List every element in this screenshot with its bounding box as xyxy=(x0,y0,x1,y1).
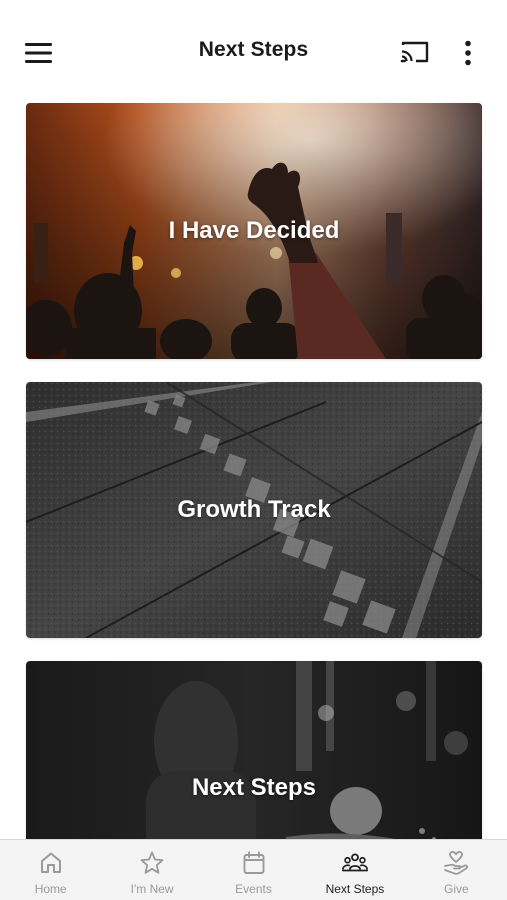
next-steps-card-list: I Have Decided Growth Track Next Steps xyxy=(0,0,507,840)
baptism-image xyxy=(26,661,482,840)
tab-home[interactable]: Home xyxy=(0,840,101,900)
app-screen: I Have Decided Growth Track Next Steps N… xyxy=(0,0,507,900)
tab-give[interactable]: Give xyxy=(406,840,507,900)
calendar-icon xyxy=(240,849,268,877)
tab-label: Give xyxy=(443,882,469,896)
home-icon xyxy=(37,849,65,877)
star-icon xyxy=(138,849,166,877)
tab-im-new[interactable]: I'm New xyxy=(101,840,202,900)
heart-hand-icon xyxy=(442,849,470,877)
bottom-tab-bar: Home I'm New Events Next Steps Give xyxy=(0,839,507,900)
card-title: Next Steps xyxy=(191,774,317,801)
tab-label: Home xyxy=(34,882,67,896)
card-title: Growth Track xyxy=(177,496,331,523)
more-options-button[interactable] xyxy=(452,33,484,73)
cast-button[interactable] xyxy=(394,33,436,71)
card-title: I Have Decided xyxy=(168,217,340,244)
more-vertical-icon xyxy=(465,40,471,66)
card-next-steps[interactable]: Next Steps xyxy=(26,661,482,840)
card-growth-track[interactable]: Growth Track xyxy=(26,382,482,638)
tab-label: I'm New xyxy=(130,882,174,896)
tab-label: Events xyxy=(235,882,272,896)
people-group-icon xyxy=(341,849,369,877)
cast-icon xyxy=(400,41,429,63)
card-i-have-decided[interactable]: I Have Decided xyxy=(26,103,482,359)
tab-label: Next Steps xyxy=(325,882,385,896)
tab-next-steps[interactable]: Next Steps xyxy=(304,840,405,900)
top-app-bar: Next Steps xyxy=(0,0,507,96)
tab-events[interactable]: Events xyxy=(203,840,304,900)
